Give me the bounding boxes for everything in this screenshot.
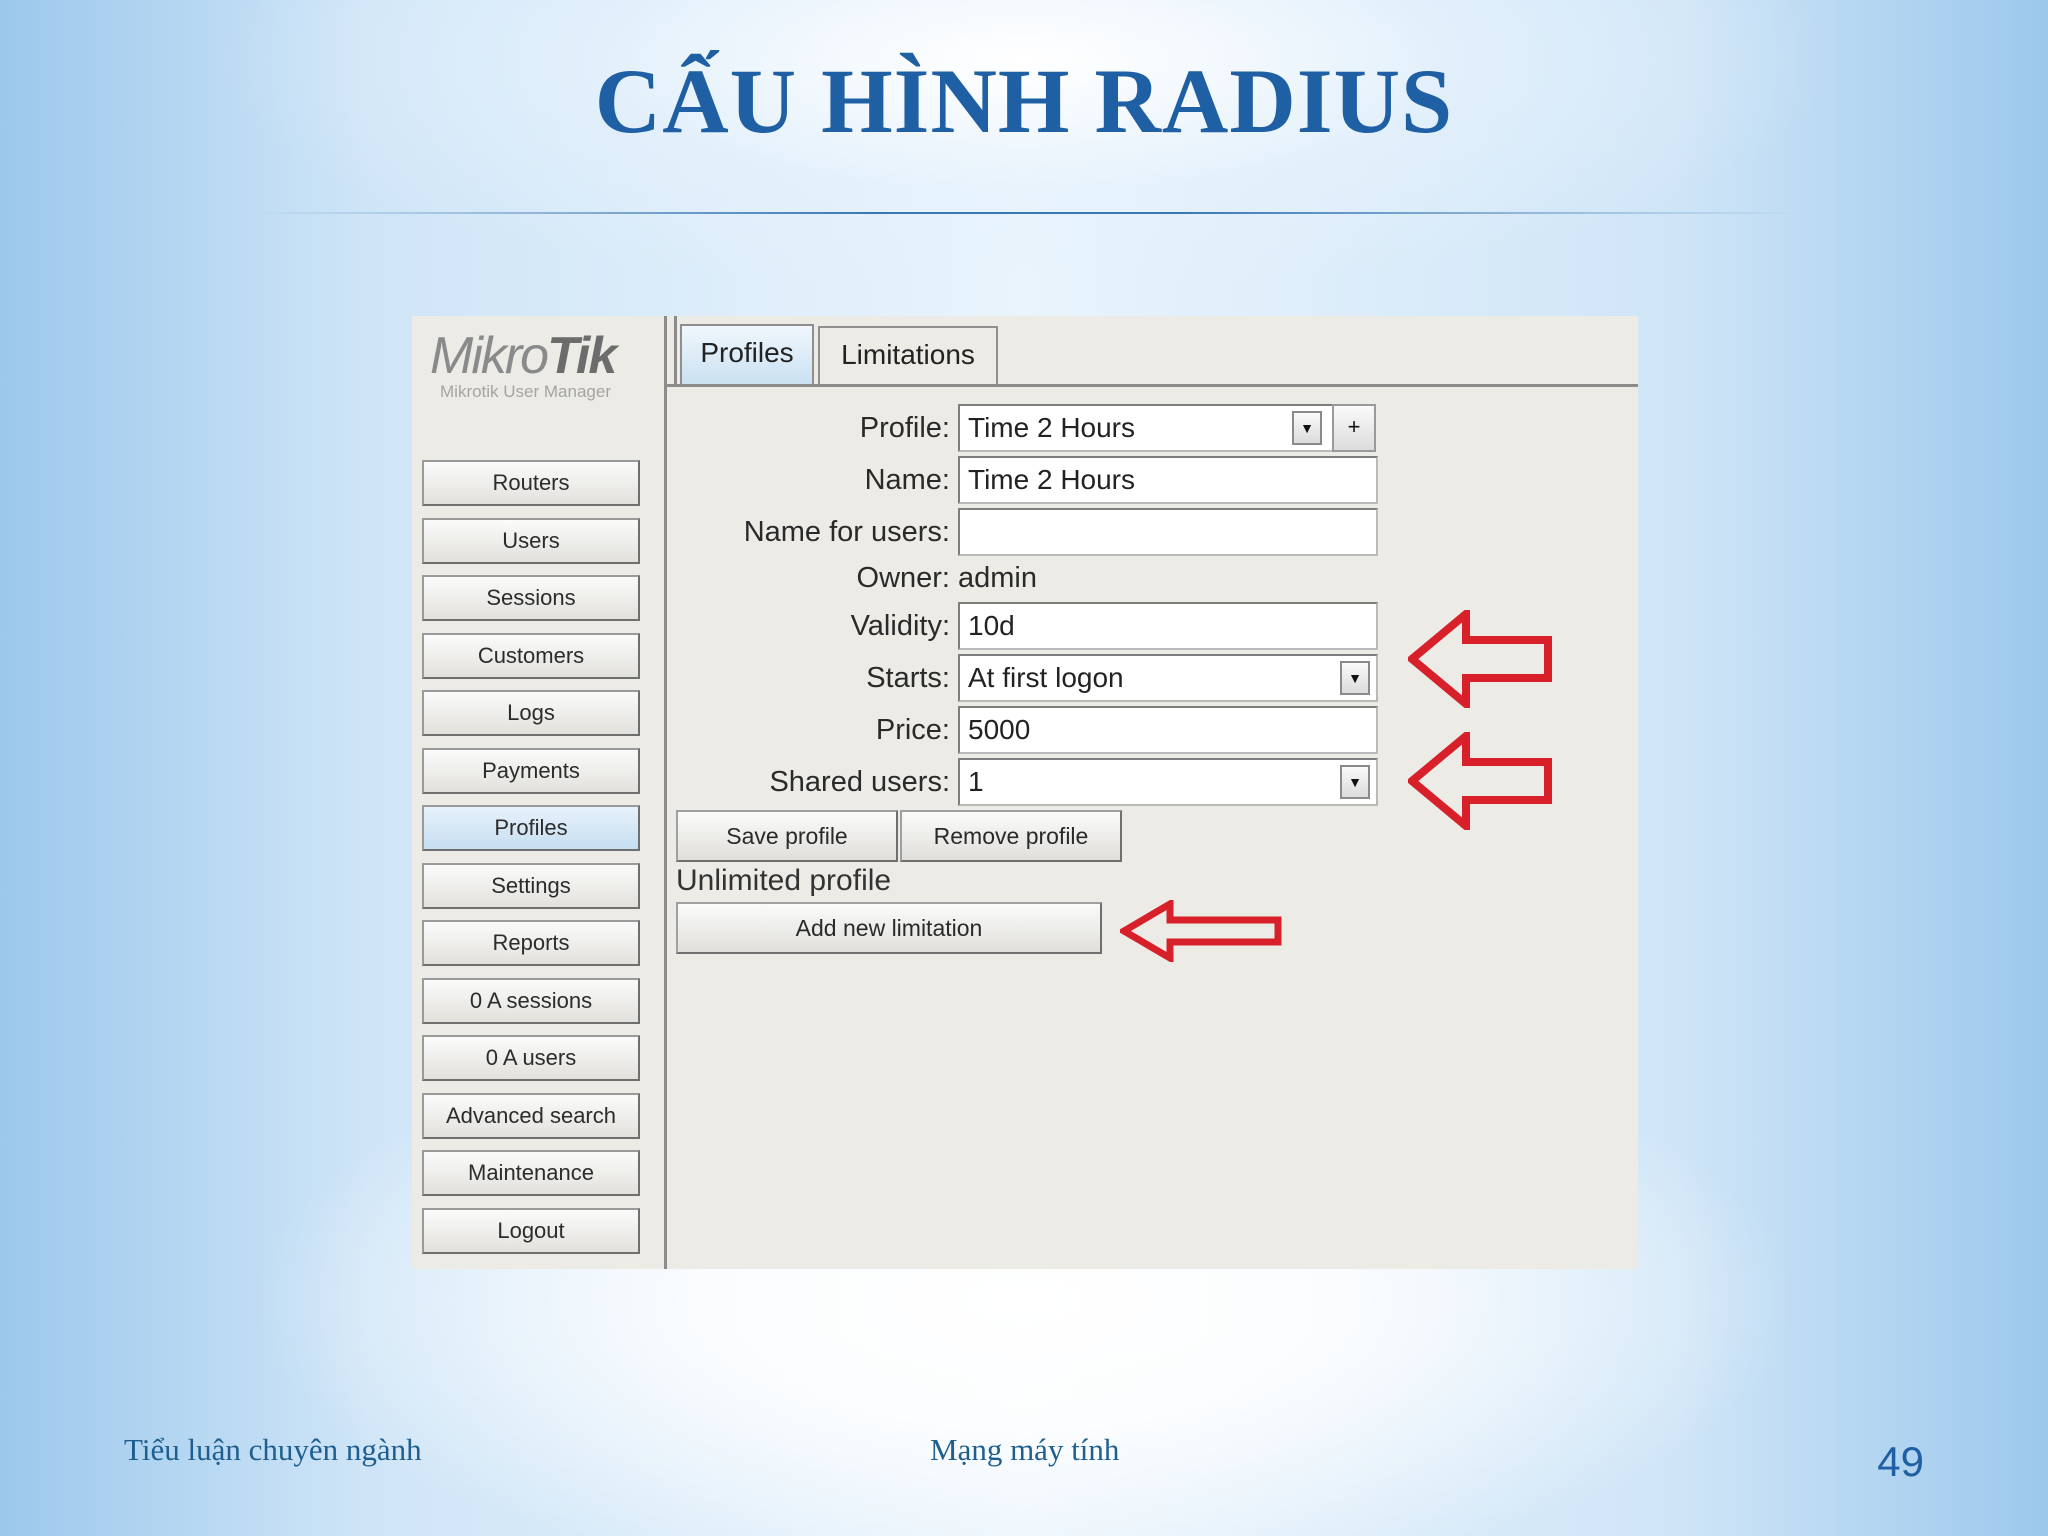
tab-limitations[interactable]: Limitations bbox=[818, 326, 998, 384]
sidebar-item-logout[interactable]: Logout bbox=[422, 1208, 640, 1254]
price-input[interactable]: 5000 bbox=[958, 706, 1378, 754]
sidebar-item-advanced-search[interactable]: Advanced search bbox=[422, 1093, 640, 1139]
tab-profiles[interactable]: Profiles bbox=[680, 324, 814, 386]
user-manager-screenshot: MikroTik Mikrotik User Manager Routers U… bbox=[412, 316, 1638, 1269]
page-number: 49 bbox=[1877, 1438, 1924, 1485]
content-left-border bbox=[674, 316, 677, 386]
sidebar-item-reports[interactable]: Reports bbox=[422, 920, 640, 966]
sidebar: MikroTik Mikrotik User Manager Routers U… bbox=[412, 316, 667, 1269]
shared-users-dropdown-icon[interactable]: ▼ bbox=[1340, 765, 1370, 799]
shared-users-select[interactable]: 1 bbox=[958, 758, 1378, 806]
starts-select[interactable]: At first logon bbox=[958, 654, 1378, 702]
profile-label: Profile: bbox=[859, 412, 950, 444]
sidebar-item-settings[interactable]: Settings bbox=[422, 863, 640, 909]
annotation-arrow-add-limitation-icon bbox=[1120, 900, 1282, 962]
validity-input[interactable]: 10d bbox=[958, 602, 1378, 650]
remove-profile-button[interactable]: Remove profile bbox=[900, 810, 1122, 862]
name-for-users-label: Name for users: bbox=[743, 516, 950, 548]
profile-select[interactable]: Time 2 Hours bbox=[958, 404, 1336, 452]
sidebar-item-sessions[interactable]: Sessions bbox=[422, 575, 640, 621]
tab-divider bbox=[667, 384, 1638, 387]
title-divider bbox=[250, 212, 1800, 214]
price-label: Price: bbox=[875, 714, 950, 746]
slide-title: CẤU HÌNH RADIUS bbox=[594, 50, 1454, 152]
owner-value: admin bbox=[958, 562, 1037, 594]
name-for-users-input[interactable] bbox=[958, 508, 1378, 556]
owner-label: Owner: bbox=[856, 562, 950, 594]
sidebar-item-maintenance[interactable]: Maintenance bbox=[422, 1150, 640, 1196]
name-input[interactable]: Time 2 Hours bbox=[958, 456, 1378, 504]
sidebar-item-profiles[interactable]: Profiles bbox=[422, 805, 640, 851]
sidebar-item-users[interactable]: Users bbox=[422, 518, 640, 564]
starts-label: Starts: bbox=[866, 662, 950, 694]
shared-users-label: Shared users: bbox=[769, 766, 950, 798]
footer-center: Mạng máy tính bbox=[930, 1432, 1120, 1467]
mikrotik-logo: MikroTik Mikrotik User Manager bbox=[430, 326, 650, 402]
logo-subtitle: Mikrotik User Manager bbox=[440, 382, 611, 401]
logo-text: MikroTik bbox=[430, 327, 617, 385]
annotation-arrow-shared-users-icon bbox=[1408, 732, 1552, 830]
sidebar-item-logs[interactable]: Logs bbox=[422, 690, 640, 736]
annotation-arrow-validity-icon bbox=[1408, 610, 1552, 708]
sidebar-item-routers[interactable]: Routers bbox=[422, 460, 640, 506]
add-profile-button[interactable]: + bbox=[1332, 404, 1376, 452]
sidebar-item-customers[interactable]: Customers bbox=[422, 633, 640, 679]
save-profile-button[interactable]: Save profile bbox=[676, 810, 898, 862]
add-new-limitation-button[interactable]: Add new limitation bbox=[676, 902, 1102, 954]
starts-dropdown-icon[interactable]: ▼ bbox=[1340, 661, 1370, 695]
footer-left: Tiểu luận chuyên ngành bbox=[124, 1432, 422, 1467]
sidebar-item-payments[interactable]: Payments bbox=[422, 748, 640, 794]
name-label: Name: bbox=[864, 464, 950, 496]
sidebar-item-active-sessions[interactable]: 0 A sessions bbox=[422, 978, 640, 1024]
sidebar-item-active-users[interactable]: 0 A users bbox=[422, 1035, 640, 1081]
unlimited-profile-label: Unlimited profile bbox=[676, 864, 892, 897]
validity-label: Validity: bbox=[850, 610, 950, 642]
profile-dropdown-icon[interactable]: ▼ bbox=[1292, 411, 1322, 445]
